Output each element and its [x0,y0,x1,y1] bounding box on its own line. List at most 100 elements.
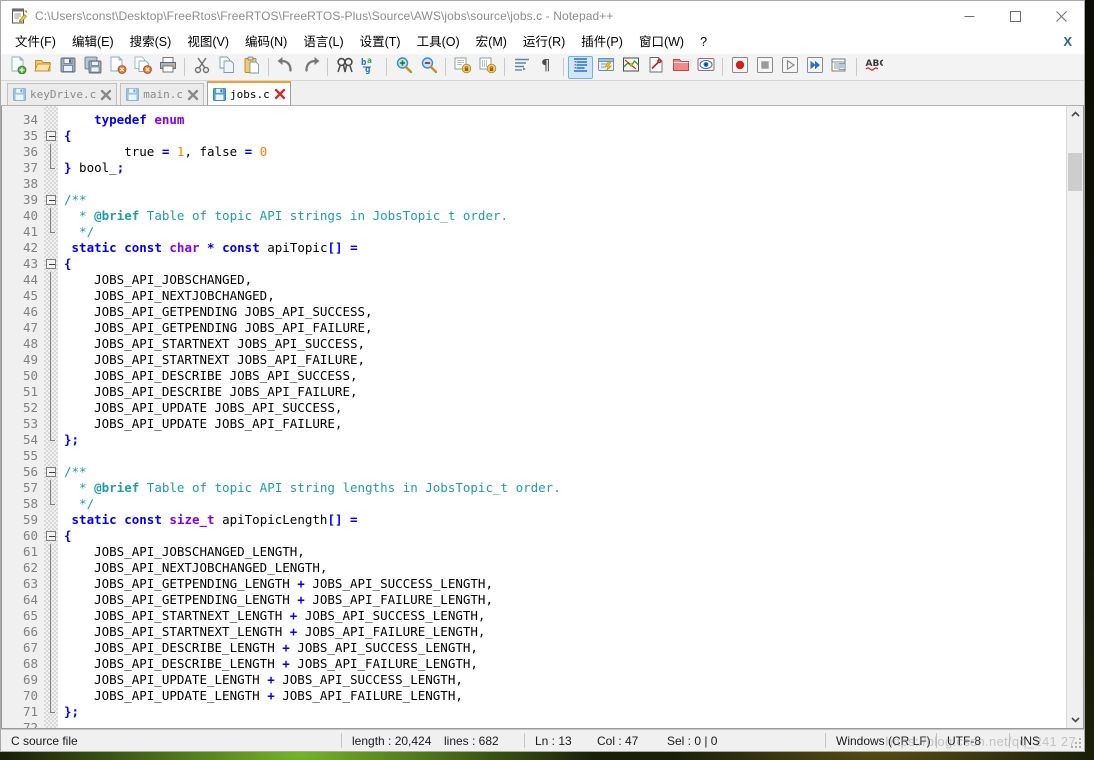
fold-collapse-icon[interactable] [46,531,56,541]
menu-item-plugins[interactable]: 插件(P) [573,32,631,53]
toolbar-copy-button[interactable] [214,56,239,79]
toolbar-show-symbol-button[interactable]: ¶ [534,56,559,79]
close-document-icon[interactable]: X [1063,34,1072,50]
toolbar-save-button[interactable] [55,56,80,79]
code-line[interactable]: */ [64,224,1066,240]
code-line[interactable]: JOBS_API_NEXTJOBCHANGED_LENGTH, [64,560,1066,576]
toolbar-open-file-button[interactable] [30,56,55,79]
fold-row[interactable] [44,224,58,240]
fold-row[interactable] [44,112,58,128]
code-line[interactable]: JOBS_API_JOBSCHANGED_LENGTH, [64,544,1066,560]
code-line[interactable]: static const size_t apiTopicLength[] = [64,512,1066,528]
code-line[interactable]: } bool_; [64,160,1066,176]
fold-row[interactable] [44,608,58,624]
fold-collapse-icon[interactable] [46,131,56,141]
toolbar-word-wrap-button[interactable] [509,56,534,79]
code-line[interactable]: */ [64,496,1066,512]
code-line[interactable]: JOBS_API_DESCRIBE_LENGTH + JOBS_API_FAIL… [64,656,1066,672]
toolbar-close-all-button[interactable] [130,56,155,79]
scroll-up-arrow-icon[interactable] [1067,106,1083,123]
menu-item-help[interactable]: ? [692,32,715,53]
toolbar-stop-macro-button[interactable] [752,56,777,79]
fold-row[interactable] [44,288,58,304]
code-line[interactable]: JOBS_API_STARTNEXT JOBS_API_SUCCESS, [64,336,1066,352]
fold-row[interactable] [44,544,58,560]
code-line[interactable]: JOBS_API_UPDATE_LENGTH + JOBS_API_SUCCES… [64,672,1066,688]
toolbar-save-all-button[interactable] [80,56,105,79]
fold-row[interactable] [44,464,58,480]
toolbar-doc-map-button[interactable] [618,56,643,79]
fold-row[interactable] [44,496,58,512]
code-line[interactable]: JOBS_API_DESCRIBE JOBS_API_FAILURE, [64,384,1066,400]
code-line[interactable]: typedef enum [64,112,1066,128]
fold-row[interactable] [44,512,58,528]
code-line[interactable]: JOBS_API_UPDATE JOBS_API_FAILURE, [64,416,1066,432]
fold-row[interactable] [44,576,58,592]
menu-item-edit[interactable]: 编辑(E) [64,32,122,53]
toolbar-spellcheck-abc-button[interactable]: ABC [861,56,886,79]
menu-item-encoding[interactable]: 编码(N) [237,32,295,53]
code-text[interactable]: typedef enum{ true = 1, false = 0} bool_… [58,106,1066,728]
code-line[interactable]: JOBS_API_NEXTJOBCHANGED, [64,288,1066,304]
toolbar-record-macro-button[interactable] [727,56,752,79]
fold-row[interactable] [44,128,58,144]
fold-row[interactable] [44,656,58,672]
code-line[interactable]: { [64,256,1066,272]
toolbar-sync-scroll-h-button[interactable] [475,56,500,79]
tab-main-c[interactable]: main.c [120,83,204,105]
code-line[interactable]: { [64,128,1066,144]
resize-grip-icon[interactable] [1070,737,1082,749]
fold-row[interactable] [44,176,58,192]
fold-row[interactable] [44,368,58,384]
code-line[interactable]: /** [64,192,1066,208]
tab-jobs-c[interactable]: jobs.c [206,81,291,105]
fold-row[interactable] [44,144,58,160]
scrollbar-track[interactable] [1067,123,1083,711]
code-line[interactable]: JOBS_API_DESCRIBE_LENGTH + JOBS_API_SUCC… [64,640,1066,656]
menu-item-window[interactable]: 窗口(W) [631,32,692,53]
maximize-button[interactable] [992,1,1038,31]
toolbar-find-button[interactable] [332,56,357,79]
tab-close-icon[interactable] [274,88,286,100]
toolbar-undo-button[interactable] [273,56,298,79]
fold-row[interactable] [44,272,58,288]
toolbar-play-multi-button[interactable] [802,56,827,79]
menu-item-tools[interactable]: 工具(O) [409,32,468,53]
toolbar-save-macro-button[interactable] [827,56,852,79]
fold-row[interactable] [44,688,58,704]
fold-row[interactable] [44,400,58,416]
fold-row[interactable] [44,240,58,256]
menu-item-file[interactable]: 文件(F) [7,32,64,53]
fold-row[interactable] [44,160,58,176]
toolbar-zoom-in-button[interactable] [391,56,416,79]
code-line[interactable] [64,448,1066,464]
toolbar-sync-scroll-v-button[interactable] [450,56,475,79]
code-line[interactable]: JOBS_API_STARTNEXT_LENGTH + JOBS_API_FAI… [64,624,1066,640]
code-line[interactable]: }; [64,704,1066,720]
fold-row[interactable] [44,384,58,400]
toolbar-print-button[interactable] [155,56,180,79]
code-line[interactable]: JOBS_API_STARTNEXT_LENGTH + JOBS_API_SUC… [64,608,1066,624]
toolbar-monitor-button[interactable] [693,56,718,79]
scrollbar-thumb[interactable] [1068,153,1082,191]
menu-item-language[interactable]: 语言(L) [295,32,351,53]
code-line[interactable]: JOBS_API_DESCRIBE JOBS_API_SUCCESS, [64,368,1066,384]
fold-row[interactable] [44,480,58,496]
vertical-scrollbar[interactable] [1066,106,1083,728]
fold-row[interactable] [44,208,58,224]
fold-collapse-icon[interactable] [46,467,56,477]
tab-close-icon[interactable] [187,89,199,101]
toolbar-zoom-out-button[interactable] [416,56,441,79]
editor-area[interactable]: 34 35 36 37 38 39 40 41 42 43 44 45 46 47 48 49 50 51 52 53… [1,106,1084,729]
tab-keyDrive-c[interactable]: keyDrive.c [7,83,118,105]
code-line[interactable]: JOBS_API_GETPENDING JOBS_API_FAILURE, [64,320,1066,336]
code-line[interactable]: { [64,528,1066,544]
toolbar-paste-button[interactable] [239,56,264,79]
menu-item-macro[interactable]: 宏(M) [468,32,515,53]
code-line[interactable]: /** [64,464,1066,480]
fold-row[interactable] [44,320,58,336]
code-line[interactable]: JOBS_API_UPDATE_LENGTH + JOBS_API_FAILUR… [64,688,1066,704]
fold-collapse-icon[interactable] [46,259,56,269]
code-line[interactable]: }; [64,432,1066,448]
toolbar-udl-dialog-button[interactable] [593,56,618,79]
